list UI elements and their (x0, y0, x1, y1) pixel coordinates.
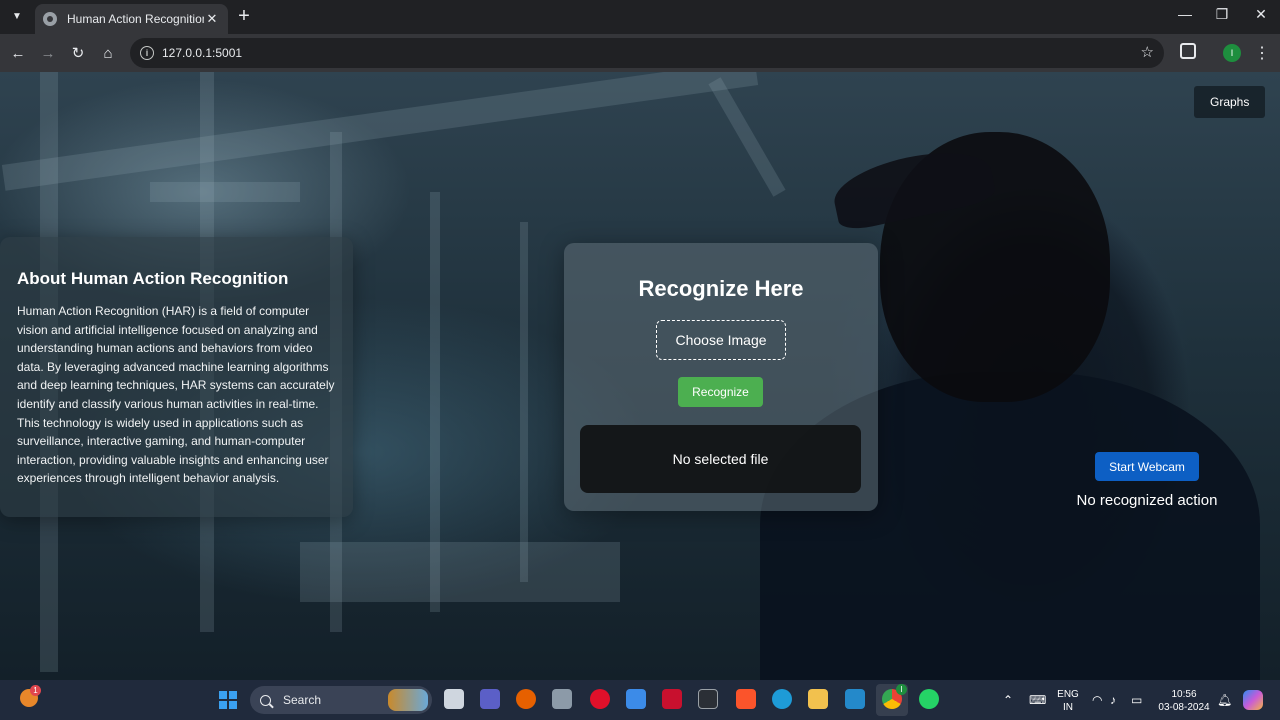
about-description: Human Action Recognition (HAR) is a fiel… (17, 304, 335, 486)
tab-title: Human Action Recognition (67, 12, 204, 26)
profile-avatar[interactable]: I (1223, 44, 1241, 62)
tab-active[interactable]: Human Action Recognition ✕ (35, 4, 228, 34)
store-icon[interactable] (626, 689, 646, 709)
recognize-button[interactable]: Recognize (678, 377, 763, 407)
search-highlight-image (388, 689, 428, 711)
browser-menu-icon[interactable]: ⋮ (1254, 43, 1270, 63)
new-tab-icon[interactable]: + (234, 6, 254, 26)
region-code: IN (1063, 702, 1073, 713)
windows-taskbar: 1 Search I ⌃ ⌨ ENG IN ◠ ♪ ▭ 10:56 03-08-… (0, 680, 1280, 720)
notification-bell-icon[interactable]: 🔔︎ (1217, 693, 1232, 707)
clock[interactable]: 10:56 03-08-2024 (1153, 688, 1215, 714)
about-title: About Human Action Recognition (17, 269, 289, 288)
address-bar[interactable]: i 127.0.0.1:5001 ☆ (130, 38, 1164, 68)
edge-icon[interactable] (772, 689, 792, 709)
brave-icon[interactable] (736, 689, 756, 709)
choose-image-button[interactable]: Choose Image (656, 320, 786, 360)
language-code: ENG (1057, 689, 1079, 700)
battery-icon[interactable]: ▭ (1131, 693, 1142, 707)
copilot-icon[interactable] (1243, 690, 1263, 710)
chrome-profile-badge: I (896, 684, 907, 695)
notification-badge: 1 (30, 685, 41, 696)
forward-arrow-icon[interactable]: → (38, 43, 58, 63)
graphs-link[interactable]: Graphs (1194, 86, 1266, 118)
window-close-icon[interactable]: ✕ (1249, 6, 1273, 23)
language-indicator[interactable]: ENG IN (1054, 688, 1082, 714)
file-explorer-icon[interactable] (808, 689, 828, 709)
whatsapp-icon[interactable] (919, 689, 939, 709)
minimize-icon[interactable]: — (1173, 6, 1197, 22)
site-info-icon[interactable]: i (140, 46, 154, 60)
clock-date: 03-08-2024 (1158, 702, 1210, 713)
back-arrow-icon[interactable]: ← (8, 43, 28, 63)
restore-icon[interactable]: ❐ (1210, 6, 1234, 23)
wifi-icon[interactable]: ◠ (1092, 693, 1102, 707)
windows-start-icon[interactable] (219, 691, 237, 709)
recognize-title: Recognize Here (638, 276, 804, 301)
terminal-icon[interactable] (698, 689, 718, 709)
globe-icon (43, 12, 57, 26)
chevron-up-icon[interactable]: ⌃ (1003, 693, 1013, 707)
extensions-icon[interactable] (1180, 43, 1196, 59)
task-view-icon[interactable] (444, 689, 464, 709)
vscode-icon[interactable] (845, 689, 865, 709)
home-icon[interactable]: ⌂ (98, 43, 118, 63)
recognize-card: Recognize Here Choose Image Recognize No… (564, 243, 878, 511)
start-webcam-button[interactable]: Start Webcam (1095, 452, 1199, 481)
about-card: About Human Action Recognition Human Act… (0, 237, 353, 517)
camera-icon[interactable] (552, 689, 572, 709)
search-icon (260, 694, 271, 706)
clock-time: 10:56 (1171, 689, 1197, 700)
bookmark-star-icon[interactable]: ☆ (1141, 43, 1154, 61)
result-display: No selected file (580, 425, 861, 493)
search-label: Search (283, 693, 322, 707)
webcam-status-text: No recognized action (1076, 492, 1218, 509)
opera-icon[interactable] (590, 689, 610, 709)
taskbar-search[interactable]: Search (250, 686, 432, 714)
volume-icon[interactable]: ♪ (1110, 693, 1116, 707)
tab-search-icon[interactable]: ▼ (7, 6, 27, 26)
teams-icon[interactable] (480, 689, 500, 709)
browser-toolbar: ← → ↻ ⌂ i 127.0.0.1:5001 ☆ I ⋮ (0, 34, 1280, 72)
tab-strip: ▼ Human Action Recognition ✕ + — ❐ ✕ (0, 0, 1280, 34)
keyboard-icon[interactable]: ⌨ (1029, 693, 1046, 707)
firefox-icon[interactable] (516, 689, 536, 709)
reload-icon[interactable]: ↻ (68, 43, 88, 63)
page-viewport: Graphs About Human Action Recognition Hu… (0, 72, 1280, 680)
url-text: 127.0.0.1:5001 (162, 46, 243, 60)
mcafee-icon[interactable] (662, 689, 682, 709)
close-icon[interactable]: ✕ (204, 11, 220, 27)
